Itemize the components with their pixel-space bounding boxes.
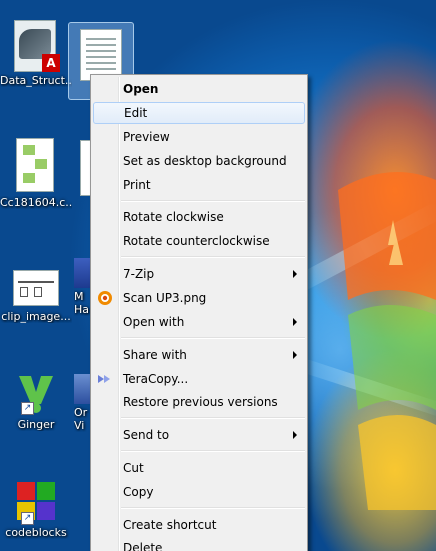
menu-item-label: Open <box>123 82 159 96</box>
desktop-icon-caption: codeblocks <box>5 526 67 539</box>
menu-item-set-desktop-background[interactable]: Set as desktop background <box>93 150 305 172</box>
pdf-file-icon: A <box>12 20 60 72</box>
menu-item-restore-previous-versions[interactable]: Restore previous versions <box>93 391 305 413</box>
desktop-icon-cc181604[interactable]: Cc181604.c... <box>0 138 72 209</box>
menu-item-edit[interactable]: Edit <box>93 102 305 124</box>
menu-separator <box>121 200 305 202</box>
desktop-icon-caption: Data_Struct... <box>0 74 72 87</box>
desktop-icon-ginger[interactable]: ↗ Ginger <box>0 370 72 431</box>
menu-item-open[interactable]: Open <box>93 78 305 100</box>
menu-item-label: Print <box>123 178 151 192</box>
desktop-icon-data-structures[interactable]: A Data_Struct... <box>0 20 72 87</box>
submenu-arrow-icon <box>293 431 297 439</box>
menu-item-send-to[interactable]: Send to <box>93 424 305 446</box>
menu-item-share-with[interactable]: Share with <box>93 344 305 366</box>
menu-item-create-shortcut[interactable]: Create shortcut <box>93 514 305 536</box>
menu-separator <box>121 450 305 452</box>
menu-separator <box>121 256 305 258</box>
menu-item-label: Send to <box>123 428 170 442</box>
menu-item-label: Preview <box>123 130 170 144</box>
menu-item-delete[interactable]: Delete <box>93 537 305 551</box>
menu-item-label: 7-Zip <box>123 267 155 281</box>
word-app-icon <box>74 258 90 288</box>
menu-item-label: Open with <box>123 315 185 329</box>
image-file-icon <box>13 270 59 308</box>
teracopy-icon <box>97 371 113 387</box>
menu-item-scan[interactable]: Scan UP3.png <box>93 287 305 309</box>
menu-item-copy[interactable]: Copy <box>93 481 305 503</box>
desktop-icon-codeblocks[interactable]: ↗ codeblocks <box>0 478 72 539</box>
menu-item-open-with[interactable]: Open with <box>93 311 305 333</box>
menu-item-label: TeraCopy... <box>123 372 189 386</box>
menu-separator <box>121 507 305 509</box>
menu-item-rotate-counterclockwise[interactable]: Rotate counterclockwise <box>93 230 305 252</box>
submenu-arrow-icon <box>293 318 297 326</box>
adobe-pdf-badge-icon: A <box>42 54 60 72</box>
menu-item-label: Delete <box>123 541 163 551</box>
antivirus-scan-icon <box>97 290 113 306</box>
menu-item-label: Set as desktop background <box>123 154 287 168</box>
menu-item-7zip[interactable]: 7-Zip <box>93 263 305 285</box>
ginger-app-icon: ↗ <box>13 370 59 416</box>
menu-item-label: Copy <box>123 485 154 499</box>
menu-item-label: Rotate counterclockwise <box>123 234 270 248</box>
menu-item-print[interactable]: Print <box>93 174 305 196</box>
submenu-arrow-icon <box>293 270 297 278</box>
desktop-icon-caption: Cc181604.c... <box>0 196 72 209</box>
menu-item-label: Create shortcut <box>123 518 217 532</box>
menu-separator <box>121 337 305 339</box>
app-icon <box>74 374 90 404</box>
menu-separator <box>121 417 305 419</box>
menu-item-label: Cut <box>123 461 144 475</box>
submenu-arrow-icon <box>293 351 297 359</box>
menu-item-label: Rotate clockwise <box>123 210 224 224</box>
menu-item-label: Share with <box>123 348 187 362</box>
menu-item-label: Restore previous versions <box>123 395 278 409</box>
menu-item-teracopy[interactable]: TeraCopy... <box>93 368 305 390</box>
menu-item-label: Scan UP3.png <box>123 291 207 305</box>
desktop-icon-clip-image[interactable]: clip_image... <box>0 266 72 323</box>
shortcut-arrow-icon: ↗ <box>21 512 34 525</box>
image-file-icon <box>16 138 56 194</box>
shortcut-arrow-icon: ↗ <box>21 402 34 415</box>
menu-item-label: Edit <box>124 106 148 120</box>
menu-item-preview[interactable]: Preview <box>93 126 305 148</box>
menu-item-rotate-clockwise[interactable]: Rotate clockwise <box>93 206 305 228</box>
menu-item-cut[interactable]: Cut <box>93 457 305 479</box>
windows-wallpaper-logo <box>338 172 436 510</box>
desktop-icon-caption: Ginger <box>17 418 55 431</box>
desktop-icon-caption: clip_image... <box>1 310 71 323</box>
codeblocks-app-icon: ↗ <box>13 478 59 525</box>
context-menu: Open Edit Preview Set as desktop backgro… <box>90 74 308 551</box>
